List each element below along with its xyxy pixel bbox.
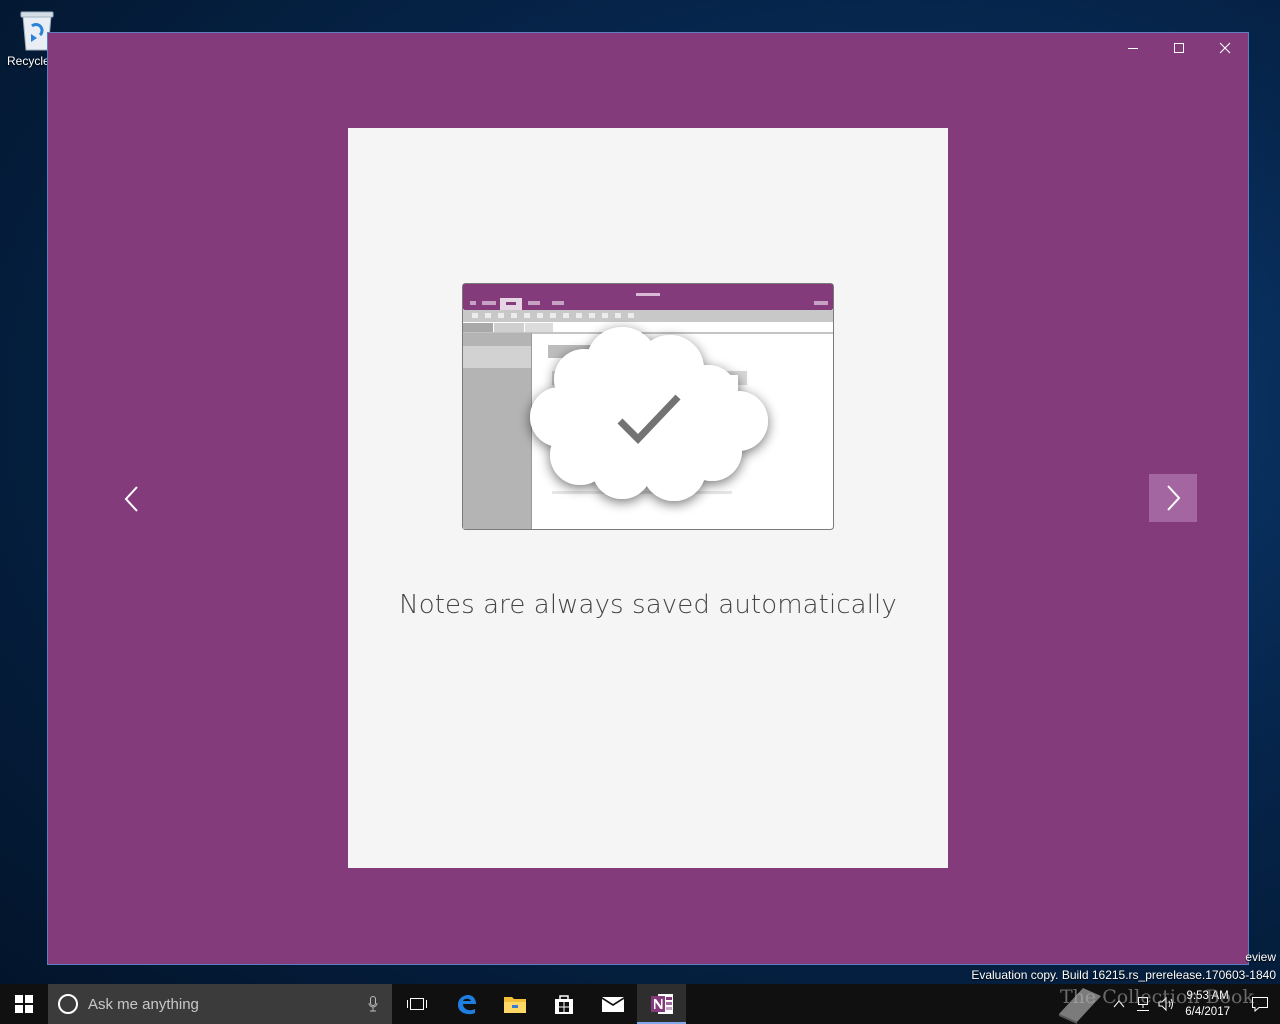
microphone-icon[interactable] [368, 996, 378, 1012]
chevron-left-icon [124, 486, 138, 512]
onenote-window: Notes are always saved automatically [47, 32, 1249, 965]
mail-button[interactable] [588, 984, 637, 1024]
previous-slide-button[interactable] [108, 475, 156, 523]
maximize-button[interactable] [1156, 33, 1202, 63]
file-explorer-icon [503, 997, 526, 1013]
taskbar: Ask me anything The Collection Book 9:53… [0, 984, 1280, 1024]
action-center-button[interactable] [1240, 996, 1280, 1012]
system-tray: The Collection Book 9:53 AM 6/4/2017 [1051, 984, 1280, 1024]
clock-date: 6/4/2017 [1185, 1006, 1230, 1018]
watermark-line-1: eview [1245, 950, 1276, 964]
file-explorer-button[interactable] [490, 984, 539, 1024]
onboarding-caption: Notes are always saved automatically [399, 590, 897, 620]
start-button[interactable] [0, 984, 48, 1024]
volume-button[interactable] [1155, 996, 1179, 1012]
task-view-button[interactable] [392, 984, 441, 1024]
edge-button[interactable] [441, 984, 490, 1024]
next-slide-button[interactable] [1149, 474, 1197, 522]
collection-book-logo [1051, 984, 1107, 1024]
clock[interactable]: 9:53 AM 6/4/2017 [1185, 988, 1230, 1020]
chevron-right-icon [1167, 485, 1181, 511]
network-button[interactable] [1131, 996, 1155, 1012]
cortana-icon [58, 994, 78, 1014]
task-view-icon [406, 998, 427, 1010]
minimize-button[interactable] [1110, 33, 1156, 63]
maximize-icon [1174, 43, 1184, 53]
windows-logo-icon [15, 995, 33, 1013]
clock-time: 9:53 AM [1186, 990, 1229, 1002]
window-caption-buttons [1110, 33, 1248, 63]
minimize-icon [1128, 48, 1138, 49]
onboarding-card: Notes are always saved automatically [348, 128, 948, 868]
network-icon [1137, 997, 1150, 1011]
close-button[interactable] [1202, 33, 1248, 63]
speaker-icon [1158, 996, 1174, 1012]
onenote-button[interactable] [637, 984, 686, 1024]
store-icon [554, 995, 573, 1014]
chevron-up-icon [1113, 1000, 1125, 1008]
onenote-icon [650, 994, 673, 1014]
show-hidden-icons-button[interactable] [1107, 1000, 1131, 1008]
mail-icon [601, 997, 624, 1012]
search-box[interactable]: Ask me anything [48, 984, 392, 1024]
watermark-build-info: Evaluation copy. Build 16215.rs_prerelea… [971, 968, 1276, 982]
edge-icon [457, 995, 476, 1015]
onenote-cloud-saved-illustration [462, 283, 834, 531]
notification-icon [1252, 997, 1268, 1012]
store-button[interactable] [539, 984, 588, 1024]
close-icon [1219, 42, 1231, 54]
book-icon [1059, 988, 1102, 1024]
search-placeholder: Ask me anything [88, 995, 199, 1013]
